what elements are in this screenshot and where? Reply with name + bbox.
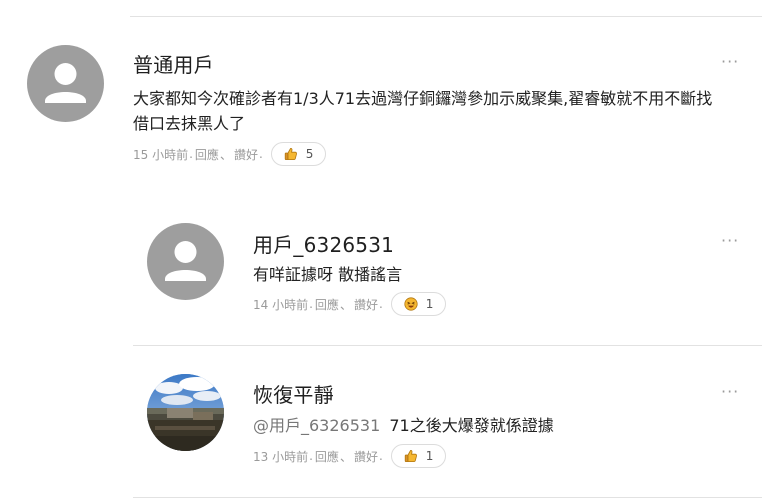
mention-link[interactable]: @用戶_6326531	[253, 416, 380, 435]
comment-meta: 13 小時前. 回應、 讚好. 1	[253, 444, 447, 468]
reply-button[interactable]: 回應	[315, 448, 339, 465]
avatar-photo[interactable]	[147, 374, 224, 451]
praise-button[interactable]: 讚好	[354, 448, 378, 465]
reply-item: 恢復平靜 ··· @用戶_6326531 71之後大爆發就係證據 13 小時前.…	[0, 0, 775, 500]
reaction-count: 1	[425, 449, 434, 463]
timestamp: 13 小時前	[253, 449, 309, 464]
reaction-pill[interactable]: 1	[390, 444, 447, 468]
thumbs-up-emoji-icon	[404, 449, 418, 463]
bottom-divider	[133, 497, 762, 498]
landscape-photo-icon	[147, 374, 224, 451]
comment-text-body: 71之後大爆發就係證據	[389, 416, 554, 435]
comment-text: @用戶_6326531 71之後大爆發就係證據	[253, 413, 733, 438]
username[interactable]: 恢復平靜	[253, 379, 334, 408]
more-options-icon[interactable]: ···	[721, 382, 739, 401]
comments-section: 普通用戶 ··· 大家都知今次確診者有1/3人71去過灣仔銅鑼灣參加示威聚集,翟…	[0, 0, 775, 503]
